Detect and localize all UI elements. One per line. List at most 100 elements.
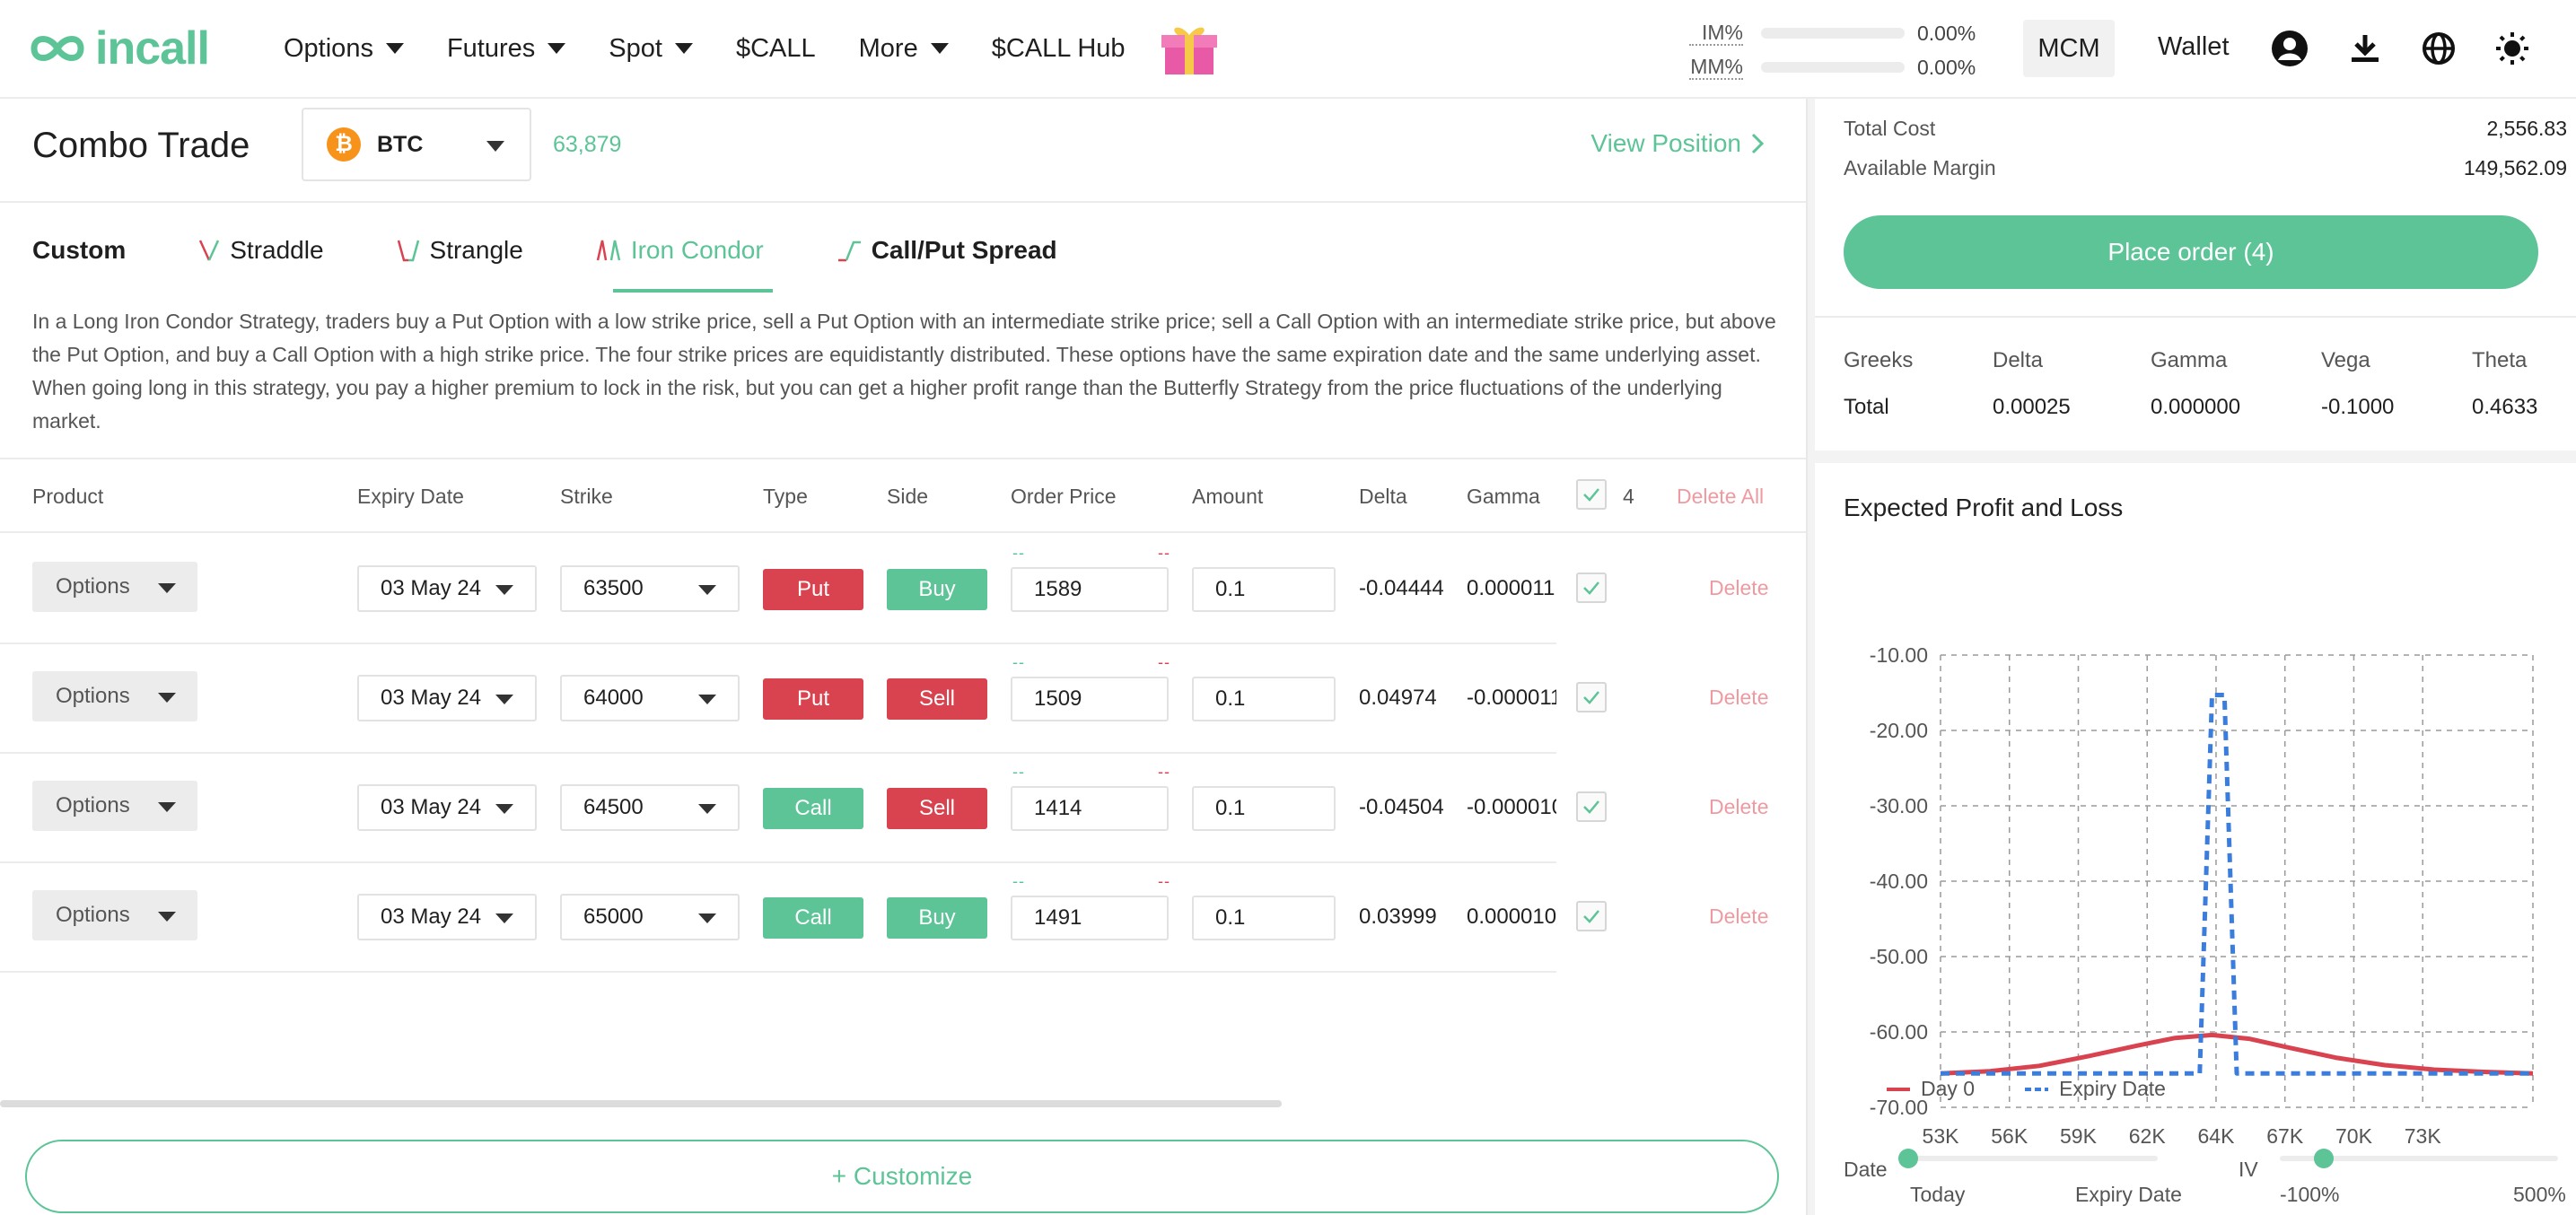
amount-input[interactable]: 0.1: [1192, 677, 1336, 721]
delete-all-button[interactable]: Delete All: [1677, 485, 1764, 509]
date-slider-handle[interactable]: [1898, 1149, 1918, 1168]
product-value: Options: [56, 684, 130, 708]
amount-input[interactable]: 0.1: [1192, 786, 1336, 831]
legend-day0[interactable]: Day 0: [1887, 1077, 1975, 1101]
tab-call-put-spread[interactable]: Call/Put Spread: [836, 219, 1057, 282]
bid-price: --: [1012, 763, 1025, 781]
expiry-select[interactable]: 03 May 24: [357, 565, 537, 612]
order-price-input[interactable]: 1491: [1011, 896, 1169, 940]
theme-sun-icon[interactable]: [2493, 30, 2531, 67]
asset-select[interactable]: ₿ BTC: [302, 108, 531, 181]
logo[interactable]: incall: [31, 22, 210, 74]
side-badge[interactable]: Buy: [887, 569, 987, 610]
type-badge[interactable]: Call: [763, 897, 863, 939]
bid-price: --: [1012, 872, 1025, 890]
strike-select[interactable]: 64500: [560, 784, 740, 831]
account-icon[interactable]: [2271, 30, 2309, 67]
nav-options[interactable]: Options: [284, 34, 404, 64]
expiry-select[interactable]: 03 May 24: [357, 784, 537, 831]
type-badge[interactable]: Put: [763, 678, 863, 720]
order-price-input[interactable]: 1509: [1011, 677, 1169, 721]
delta-value: 0.03999: [1359, 905, 1437, 929]
type-badge[interactable]: Put: [763, 569, 863, 610]
check-icon: [1583, 910, 1599, 923]
greeks-total-delta: 0.00025: [1993, 395, 2071, 419]
delete-row-button[interactable]: Delete: [1709, 795, 1768, 819]
product-select[interactable]: Options: [32, 890, 197, 940]
th-strike: Strike: [560, 485, 613, 508]
nav-call-hub[interactable]: $CALL Hub: [992, 34, 1126, 64]
chevron-down-icon: [548, 43, 566, 54]
table-row: Options 03 May 24 63500 Put Buy -- -- 1589 0.1 -0…: [0, 535, 1556, 644]
gift-icon[interactable]: [1160, 21, 1219, 76]
strike-select[interactable]: 64000: [560, 675, 740, 721]
tab-iron-condor-label: Iron Condor: [630, 236, 764, 264]
date-slider-label: Date: [1844, 1158, 1888, 1181]
tab-strangle[interactable]: Strangle: [396, 219, 523, 282]
tab-custom[interactable]: Custom: [32, 219, 126, 282]
order-price-input[interactable]: 1414: [1011, 786, 1169, 831]
iron-condor-icon: [596, 240, 621, 261]
legend-expiry[interactable]: Expiry Date: [2025, 1077, 2166, 1101]
product-select[interactable]: Options: [32, 781, 197, 831]
th-side: Side: [887, 485, 929, 508]
chevron-down-icon: [930, 43, 949, 54]
nav-call-token[interactable]: $CALL: [736, 34, 816, 64]
product-select[interactable]: Options: [32, 562, 197, 612]
row-checkbox[interactable]: [1576, 901, 1607, 931]
order-price-input[interactable]: 1589: [1011, 567, 1169, 612]
delete-row-button[interactable]: Delete: [1709, 905, 1768, 929]
top-nav: incall Options Futures Spot $CALL More $…: [0, 0, 2576, 99]
chevron-down-icon: [495, 585, 513, 595]
row-checkbox[interactable]: [1576, 573, 1607, 603]
chevron-down-icon: [698, 695, 716, 704]
mcm-button[interactable]: MCM: [2023, 20, 2115, 77]
x-tick-label: 62K: [2129, 1124, 2167, 1148]
tab-iron-condor[interactable]: Iron Condor: [595, 219, 773, 293]
th-amount: Amount: [1192, 485, 1264, 508]
place-order-button[interactable]: Place order (4): [1844, 215, 2538, 289]
chevron-down-icon: [158, 912, 176, 922]
nav-more[interactable]: More: [859, 34, 949, 64]
amount-input[interactable]: 0.1: [1192, 896, 1336, 940]
globe-icon[interactable]: [2420, 30, 2458, 67]
tab-straddle[interactable]: Straddle: [197, 219, 324, 282]
total-cost-value: 2,556.83: [2486, 117, 2567, 140]
x-tick-label: 70K: [2335, 1124, 2373, 1148]
chart-legend: Day 0 Expiry Date: [1887, 1077, 2216, 1101]
mm-label[interactable]: MM%: [1689, 55, 1743, 80]
x-tick-label: 73K: [2405, 1124, 2442, 1148]
wallet-link[interactable]: Wallet: [2158, 32, 2230, 62]
iv-slider-handle[interactable]: [2314, 1149, 2334, 1168]
row-checkbox[interactable]: [1576, 791, 1607, 822]
side-badge[interactable]: Buy: [887, 897, 987, 939]
view-position-link[interactable]: View Position: [1590, 129, 1765, 158]
product-select[interactable]: Options: [32, 671, 197, 721]
delete-row-button[interactable]: Delete: [1709, 576, 1768, 600]
customize-button[interactable]: + Customize: [25, 1140, 1779, 1213]
date-slider-track[interactable]: [1906, 1156, 2158, 1161]
expiry-select[interactable]: 03 May 24: [357, 894, 537, 940]
strike-select[interactable]: 63500: [560, 565, 740, 612]
download-icon[interactable]: [2346, 30, 2384, 67]
horizontal-scrollbar[interactable]: [0, 1100, 1282, 1107]
greeks-gamma-header: Gamma: [2151, 348, 2228, 372]
tab-call-put-spread-label: Call/Put Spread: [871, 236, 1057, 264]
y-tick-label: -60.00: [1870, 1020, 1928, 1044]
nav-futures[interactable]: Futures: [447, 34, 566, 64]
th-type: Type: [763, 485, 808, 508]
nav-spot[interactable]: Spot: [609, 34, 693, 64]
side-badge[interactable]: Sell: [887, 788, 987, 829]
im-label[interactable]: IM%: [1689, 21, 1743, 46]
strike-select[interactable]: 65000: [560, 894, 740, 940]
x-tick-label: 64K: [2198, 1124, 2236, 1148]
type-badge[interactable]: Call: [763, 788, 863, 829]
x-tick-label: 53K: [1923, 1124, 1960, 1148]
select-all-checkbox[interactable]: [1576, 479, 1607, 510]
strategy-description: In a Long Iron Condor Strategy, traders …: [32, 310, 1776, 433]
row-checkbox[interactable]: [1576, 682, 1607, 712]
delete-row-button[interactable]: Delete: [1709, 686, 1768, 710]
amount-input[interactable]: 0.1: [1192, 567, 1336, 612]
expiry-select[interactable]: 03 May 24: [357, 675, 537, 721]
side-badge[interactable]: Sell: [887, 678, 987, 720]
